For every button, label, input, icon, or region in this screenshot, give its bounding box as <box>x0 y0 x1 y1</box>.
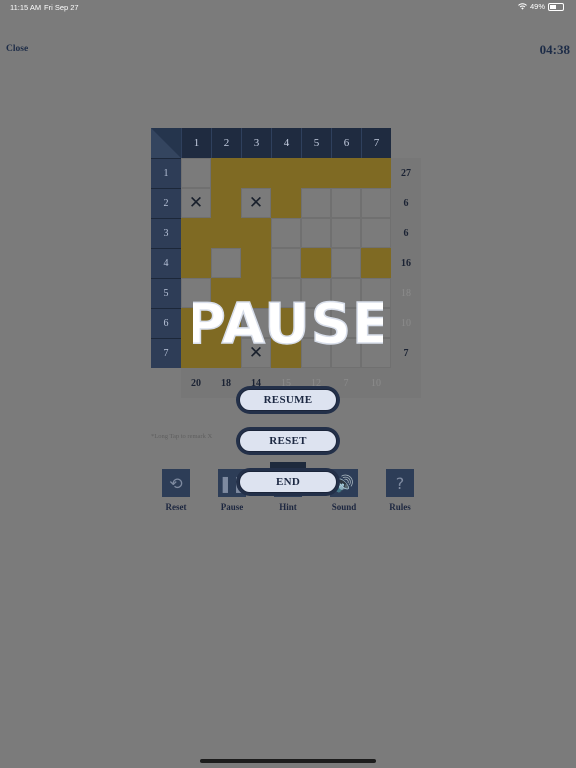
x-mark-icon: ✕ <box>248 193 264 213</box>
row-sum-3: 6 <box>391 218 421 248</box>
reset-icon: ⟲ <box>162 469 190 497</box>
grid-cell[interactable] <box>271 218 301 248</box>
reset-button-label: RESET <box>239 430 337 452</box>
sum-corner <box>391 368 421 398</box>
grid-cell[interactable] <box>301 188 331 218</box>
row-header-4: 4 <box>151 248 181 278</box>
grid-cell[interactable] <box>271 248 301 278</box>
rules-icon: ? <box>386 469 414 497</box>
grid-cell[interactable] <box>331 218 361 248</box>
reset-button[interactable]: RESET <box>236 427 340 455</box>
row-sum-4: 16 <box>391 248 421 278</box>
pause-title: PAUSE <box>0 285 576 360</box>
status-bar: 11:15 AM Fri Sep 27 49% <box>0 0 576 14</box>
end-button-label: END <box>239 471 337 493</box>
grid-cell[interactable] <box>301 158 331 188</box>
pause-label: Pause <box>220 502 244 512</box>
pause-title-text: PAUSE <box>184 291 391 358</box>
home-indicator[interactable] <box>200 759 376 763</box>
grid-cell[interactable] <box>301 248 331 278</box>
svg-text:PAUSE: PAUSE <box>193 292 383 355</box>
rules-label: Rules <box>389 502 411 512</box>
grid-cell[interactable] <box>211 158 241 188</box>
grid-cell[interactable] <box>361 158 391 188</box>
grid-cell[interactable] <box>361 248 391 278</box>
resume-button[interactable]: RESUME <box>236 386 340 414</box>
long-tap-note: *Long Tap to remark X <box>151 433 213 440</box>
column-header-4: 4 <box>271 128 301 158</box>
battery-icon <box>548 2 564 11</box>
grid-cell[interactable] <box>181 158 211 188</box>
grid-cell[interactable] <box>331 248 361 278</box>
reset-label: Reset <box>165 502 187 512</box>
row-sum-2: 6 <box>391 188 421 218</box>
grid-cell[interactable] <box>181 218 211 248</box>
grid-cell[interactable] <box>241 158 271 188</box>
battery-percent: 49% <box>529 2 545 11</box>
grid-cell[interactable] <box>241 248 271 278</box>
grid-cell[interactable] <box>211 248 241 278</box>
rules-button[interactable]: ? Rules <box>380 469 420 512</box>
grid-cell[interactable] <box>241 218 271 248</box>
wifi-icon <box>518 3 527 10</box>
grid-cell[interactable] <box>331 188 361 218</box>
status-right: 49% <box>518 2 564 11</box>
column-header-6: 6 <box>331 128 361 158</box>
grid-cell[interactable] <box>361 218 391 248</box>
sound-label: Sound <box>331 502 357 512</box>
close-button[interactable]: Close <box>6 44 28 54</box>
hint-label: Hint <box>279 502 297 512</box>
grid-cell[interactable] <box>211 218 241 248</box>
row-sum-1: 27 <box>391 158 421 188</box>
board-corner <box>151 128 181 158</box>
status-date: Fri Sep 27 <box>44 3 79 12</box>
column-header-5: 5 <box>301 128 331 158</box>
grid-cell[interactable] <box>211 188 241 218</box>
game-timer: 04:38 <box>539 42 570 57</box>
column-sum-7: 10 <box>361 368 391 398</box>
column-sum-1: 20 <box>181 368 211 398</box>
column-header-7: 7 <box>361 128 391 158</box>
grid-cell[interactable] <box>331 158 361 188</box>
x-mark-icon: ✕ <box>188 193 204 213</box>
resume-button-label: RESUME <box>239 389 337 411</box>
column-header-1: 1 <box>181 128 211 158</box>
grid-cell[interactable]: ✕ <box>241 188 271 218</box>
grid-cell[interactable] <box>301 218 331 248</box>
grid-cell[interactable] <box>181 248 211 278</box>
row-header-2: 2 <box>151 188 181 218</box>
grid-cell[interactable] <box>361 188 391 218</box>
end-button[interactable]: END <box>236 468 340 496</box>
row-header-1: 1 <box>151 158 181 188</box>
column-header-2: 2 <box>211 128 241 158</box>
grid-cell[interactable] <box>271 188 301 218</box>
grid-cell[interactable] <box>271 158 301 188</box>
status-time: 11:15 AM <box>10 3 42 12</box>
column-header-3: 3 <box>241 128 271 158</box>
row-header-3: 3 <box>151 218 181 248</box>
grid-cell[interactable]: ✕ <box>181 188 211 218</box>
reset-button[interactable]: ⟲ Reset <box>156 469 196 512</box>
